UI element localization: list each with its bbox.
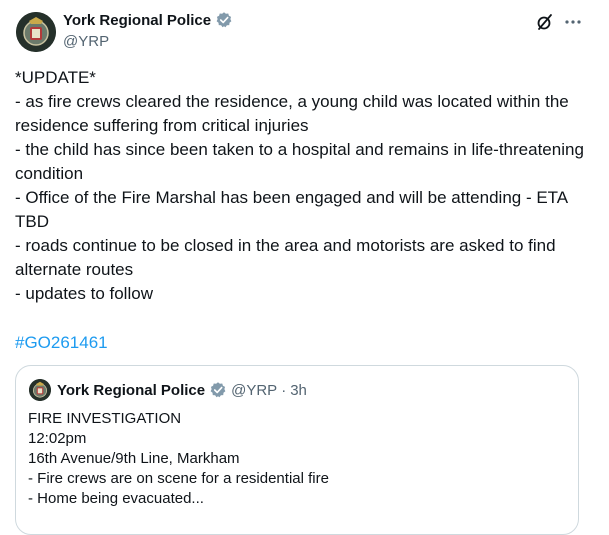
tweet-body: *UPDATE* - as fire crews cleared the res… xyxy=(15,66,590,306)
quoted-body: FIRE INVESTIGATION 12:02pm 16th Avenue/9… xyxy=(28,409,568,509)
verified-badge-icon xyxy=(215,11,233,29)
tweet-line: - the child has since been taken to a ho… xyxy=(15,140,589,183)
tweet-line: *UPDATE* xyxy=(15,68,96,87)
tweet-line: - updates to follow xyxy=(15,284,153,303)
quoted-line: 16th Avenue/9th Line, Markham xyxy=(28,450,240,467)
police-crest-icon xyxy=(16,12,56,52)
quoted-line: - Home being evacuated... xyxy=(28,490,204,507)
quoted-line: - Fire crews are on scene for a resident… xyxy=(28,470,329,487)
author-name-row[interactable]: York Regional Police xyxy=(63,11,233,29)
hashtag-link[interactable]: #GO261461 xyxy=(15,331,108,355)
author-handle[interactable]: @YRP xyxy=(63,33,109,50)
quoted-author-name[interactable]: York Regional Police xyxy=(57,382,205,399)
verified-badge-icon xyxy=(209,381,227,399)
quoted-header: York Regional Police @YRP · 3h xyxy=(57,381,307,399)
quoted-line: 12:02pm xyxy=(28,430,87,447)
author-name[interactable]: York Regional Police xyxy=(63,12,211,29)
grok-icon[interactable] xyxy=(535,12,555,32)
more-icon[interactable] xyxy=(563,12,583,32)
quoted-line: FIRE INVESTIGATION xyxy=(28,410,182,427)
meta-separator: · xyxy=(281,381,287,399)
quoted-author-avatar[interactable] xyxy=(29,379,51,401)
quoted-timestamp[interactable]: 3h xyxy=(290,382,307,399)
tweet-line: - Office of the Fire Marshal has been en… xyxy=(15,188,572,231)
author-avatar[interactable] xyxy=(16,12,56,52)
quoted-author-handle: @YRP xyxy=(231,381,278,399)
quoted-tweet[interactable]: York Regional Police @YRP · 3h FIRE INVE… xyxy=(15,365,579,535)
tweet-line: - as fire crews cleared the residence, a… xyxy=(15,92,574,135)
police-crest-icon xyxy=(29,379,51,401)
tweet-line: - roads continue to be closed in the are… xyxy=(15,236,561,279)
